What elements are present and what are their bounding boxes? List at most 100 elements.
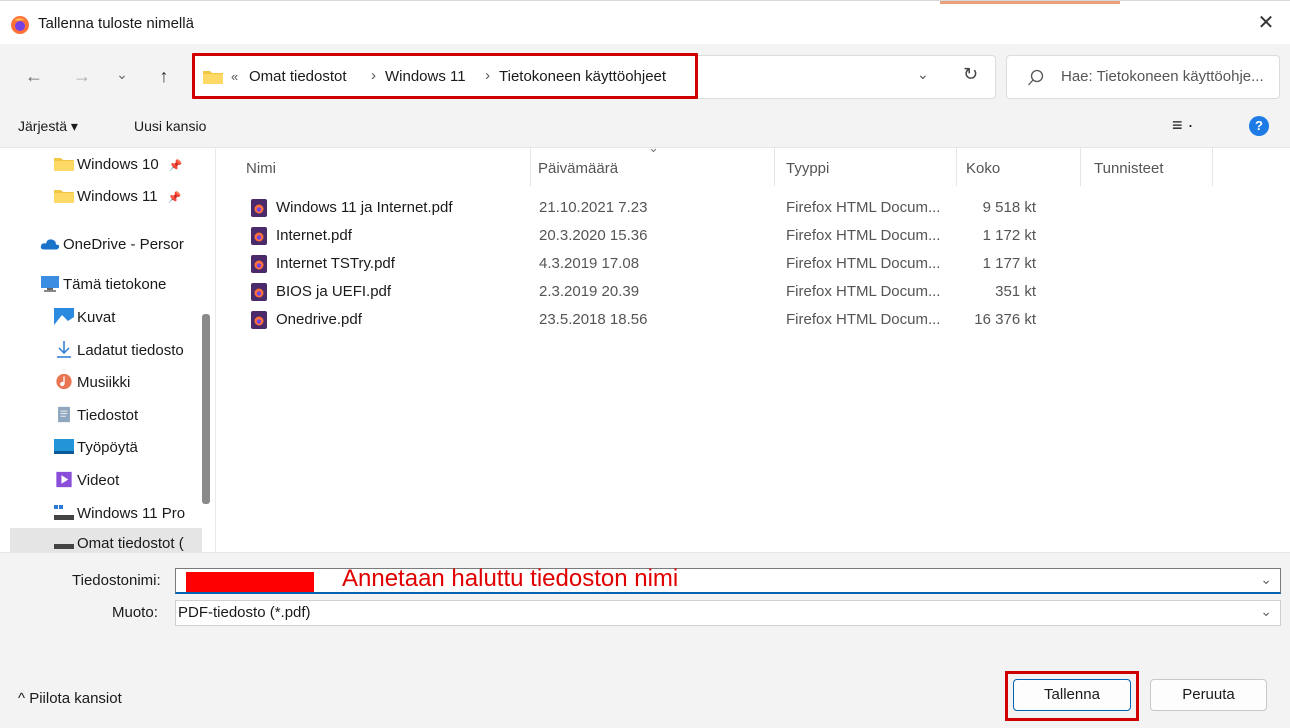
search-box[interactable]: Hae: Tietokoneen käyttöohje... <box>1006 55 1280 99</box>
column-divider[interactable] <box>1212 148 1213 186</box>
documents-icon <box>58 406 70 423</box>
address-dropdown-icon[interactable]: ⌄ <box>917 66 929 83</box>
desktop-icon <box>54 439 74 454</box>
table-row[interactable]: Onedrive.pdf 23.5.2018 18.56 Firefox HTM… <box>246 306 1266 334</box>
column-divider[interactable] <box>1080 148 1081 186</box>
sidebar-item-windows-11[interactable]: Windows 11 📌 <box>54 182 215 212</box>
redacted-filename <box>186 572 314 592</box>
back-arrow-icon[interactable]: ← <box>20 62 48 90</box>
close-icon[interactable]: ✕ <box>1254 11 1278 35</box>
sidebar-item-videos[interactable]: Videot <box>54 466 215 496</box>
forward-arrow-icon[interactable]: → <box>68 62 96 90</box>
view-options-icon[interactable]: ≡ · <box>1172 115 1194 136</box>
column-header-date[interactable]: Päivämäärä <box>538 160 618 177</box>
format-label: Muoto: <box>112 604 158 621</box>
pdf-file-icon <box>251 255 267 273</box>
sidebar-item-label: Kuvat <box>77 309 116 326</box>
sidebar-item-this-pc[interactable]: Tämä tietokone <box>40 270 210 300</box>
sidebar-item-desktop[interactable]: Työpöytä <box>54 433 215 463</box>
file-name: Windows 11 ja Internet.pdf <box>276 199 453 216</box>
file-date: 23.5.2018 18.56 <box>539 311 648 328</box>
new-folder-button[interactable]: Uusi kansio <box>134 118 206 134</box>
sidebar-scrollbar[interactable] <box>202 314 210 504</box>
sidebar-item-label: Ladatut tiedosto <box>77 342 184 359</box>
music-icon <box>56 373 72 390</box>
format-select[interactable]: PDF-tiedosto (*.pdf) ⌄ <box>175 600 1281 626</box>
column-divider[interactable] <box>774 148 775 186</box>
background-window-strip <box>940 1 1120 4</box>
computer-icon <box>41 276 59 292</box>
onedrive-icon <box>40 239 60 250</box>
file-type: Firefox HTML Docum... <box>786 283 941 300</box>
file-size: 1 172 kt <box>982 227 1036 244</box>
column-header-tags[interactable]: Tunnisteet <box>1094 160 1164 177</box>
pdf-file-icon <box>251 311 267 329</box>
file-date: 21.10.2021 7.23 <box>539 199 648 216</box>
sidebar-item-label: OneDrive - Persor <box>63 236 184 253</box>
organize-button[interactable]: Järjestä ▾ <box>18 118 78 135</box>
navigation-pane: Windows 10 📌 Windows 11 📌 OneDrive - Per… <box>0 148 216 552</box>
column-divider[interactable] <box>956 148 957 186</box>
file-type: Firefox HTML Docum... <box>786 311 941 328</box>
chevron-down-icon[interactable]: ⌄ <box>1260 603 1272 620</box>
file-name: Internet TSTry.pdf <box>276 255 395 272</box>
pdf-file-icon <box>251 227 267 245</box>
pictures-icon <box>54 308 74 325</box>
folder-icon <box>54 190 74 203</box>
sidebar-item-windows-11-pro[interactable]: Windows 11 Pro <box>54 499 215 529</box>
cancel-button[interactable]: Peruuta <box>1150 679 1267 711</box>
sidebar-item-label: Tiedostot <box>77 407 139 424</box>
recent-locations-icon[interactable]: ⌄ <box>108 60 136 88</box>
sidebar-item-onedrive[interactable]: OneDrive - Persor <box>40 230 210 260</box>
file-type: Firefox HTML Docum... <box>786 255 941 272</box>
help-icon[interactable]: ? <box>1249 116 1269 136</box>
window-title: Tallenna tuloste nimellä <box>38 15 194 32</box>
sidebar-item-windows-10[interactable]: Windows 10 📌 <box>54 150 215 180</box>
column-header-size[interactable]: Koko <box>966 160 1000 177</box>
filename-field[interactable]: Annetaan haluttu tiedoston nimi ⌄ <box>175 565 1281 594</box>
sidebar-item-pictures[interactable]: Kuvat <box>54 303 215 333</box>
file-name: BIOS ja UEFI.pdf <box>276 283 392 300</box>
drive-icon <box>54 505 74 520</box>
toolbar: Järjestä ▾ Uusi kansio ≡ · ? <box>0 108 1290 148</box>
table-row[interactable]: Internet.pdf 20.3.2020 15.36 Firefox HTM… <box>246 222 1266 250</box>
save-form: Tiedostonimi: Annetaan haluttu tiedoston… <box>0 552 1290 728</box>
search-icon <box>1028 69 1044 86</box>
sort-indicator-icon: ⌄ <box>648 140 659 155</box>
title-bar: Tallenna tuloste nimellä ✕ <box>0 0 1290 44</box>
file-type: Firefox HTML Docum... <box>786 199 941 216</box>
refresh-icon[interactable]: ↻ <box>963 64 978 85</box>
navigation-bar: ← → ⌄ ↑ « Omat tiedostot › Windows 11 › … <box>0 44 1290 108</box>
sidebar-item-label: Tämä tietokone <box>63 276 167 293</box>
table-row[interactable]: BIOS ja UEFI.pdf 2.3.2019 20.39 Firefox … <box>246 278 1266 306</box>
pdf-file-icon <box>251 199 267 217</box>
column-header-type[interactable]: Tyyppi <box>786 160 829 177</box>
sidebar-item-label: Windows 11 <box>77 188 158 205</box>
sidebar-item-documents[interactable]: Tiedostot <box>54 401 215 431</box>
file-date: 2.3.2019 20.39 <box>539 283 640 300</box>
save-button[interactable]: Tallenna <box>1013 679 1131 711</box>
hide-folders-button[interactable]: ^ Piilota kansiot <box>18 690 122 707</box>
sidebar-item-downloads[interactable]: Ladatut tiedosto <box>54 336 215 366</box>
table-row[interactable]: Windows 11 ja Internet.pdf 21.10.2021 7.… <box>246 194 1266 222</box>
format-value: PDF-tiedosto (*.pdf) <box>178 604 311 621</box>
folder-icon <box>54 158 74 171</box>
sidebar-item-label: Työpöytä <box>77 439 138 456</box>
sidebar-item-music[interactable]: Musiikki <box>54 368 215 398</box>
search-placeholder[interactable]: Hae: Tietokoneen käyttöohje... <box>1061 68 1264 85</box>
sidebar-item-label: Videot <box>77 472 120 489</box>
chevron-down-icon[interactable]: ⌄ <box>1260 571 1272 588</box>
sidebar-item-omat-tiedostot[interactable]: Omat tiedostot ( <box>54 529 215 552</box>
drive-icon <box>54 544 74 549</box>
column-header-name[interactable]: Nimi <box>246 160 276 177</box>
filename-label: Tiedostonimi: <box>72 572 161 589</box>
up-arrow-icon[interactable]: ↑ <box>150 62 178 90</box>
filename-annotation: Annetaan haluttu tiedoston nimi <box>342 565 679 592</box>
firefox-icon <box>11 16 29 34</box>
address-highlight-box <box>192 53 698 99</box>
file-size: 9 518 kt <box>982 199 1036 216</box>
videos-icon <box>56 471 72 488</box>
table-row[interactable]: Internet TSTry.pdf 4.3.2019 17.08 Firefo… <box>246 250 1266 278</box>
sidebar-item-label: Musiikki <box>77 374 131 391</box>
column-divider[interactable] <box>530 148 531 186</box>
